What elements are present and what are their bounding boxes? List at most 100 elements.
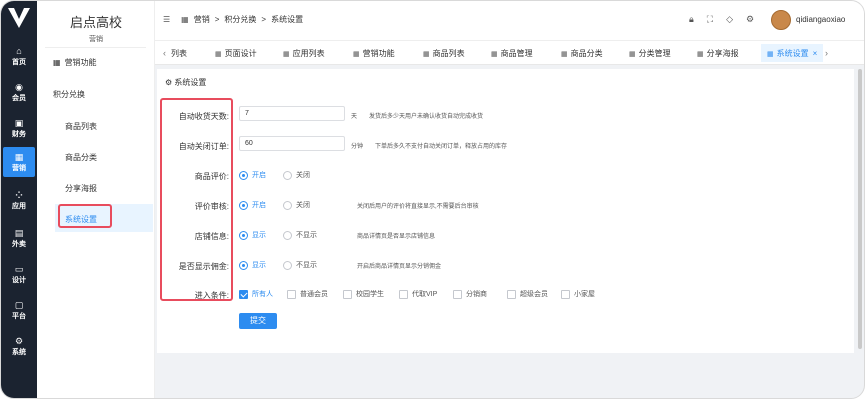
entry-option-checkbox[interactable]: 超级会员 xyxy=(507,289,548,299)
grid-icon: ▦ xyxy=(561,51,568,58)
commission-show-radio[interactable]: 显示 xyxy=(239,260,266,270)
primary-nav: ⌂ 首页 ◉ 会员 ▣ 财务 ▦ 营销 ⁘ 应用 ▤ 外卖 ▭ 设计 ▢ 平台 xyxy=(1,1,37,398)
entry-option-checkbox[interactable]: 分销商 xyxy=(453,289,487,299)
auto-receive-days-input[interactable]: 7 xyxy=(239,106,345,121)
menu-marketing-features[interactable]: ▦ 营销功能 xyxy=(53,57,97,68)
nav-apps[interactable]: ⁘ 应用 xyxy=(3,185,35,215)
tab-list[interactable]: 列表 xyxy=(171,48,187,59)
menu-label: 积分兑换 xyxy=(53,90,85,99)
nav-platform[interactable]: ▢ 平台 xyxy=(3,295,35,325)
nav-finance[interactable]: ▣ 财务 xyxy=(3,113,35,143)
submit-button[interactable]: 提交 xyxy=(239,313,277,329)
brand-title: 启点高校 xyxy=(69,16,122,31)
finance-icon: ▣ xyxy=(14,117,24,128)
member-icon: ◉ xyxy=(15,81,23,92)
auto-close-minutes-input[interactable]: 60 xyxy=(239,136,345,151)
nav-takeout[interactable]: ▤ 外卖 xyxy=(3,223,35,253)
tab-product-list[interactable]: ▦ 商品列表 xyxy=(423,48,465,59)
nav-label: 财务 xyxy=(12,130,26,138)
fullscreen-icon[interactable]: ⛶ xyxy=(707,14,713,25)
commission-hide-radio[interactable]: 不显示 xyxy=(283,260,317,270)
settings-icon[interactable]: ⚙ xyxy=(746,14,754,25)
settings-panel: ⚙ 系统设置 自动收货天数: 7 天 发货后多少天用户未确认收货自动完成收货 自… xyxy=(157,69,854,353)
tab-marketing-features[interactable]: ▦ 营销功能 xyxy=(353,48,395,59)
tab-system-settings[interactable]: ▦ 系统设置 × xyxy=(761,44,824,62)
grid-icon: ▦ xyxy=(629,51,636,58)
tab-bar: ‹ 列表 ▦ 页面设计 ▦ 应用列表 ▦ 营销功能 ▦ 商品列表 ▦ 商品管理 ▦ 商品分类… xyxy=(155,41,864,65)
entry-option-checkbox[interactable]: 普通会员 xyxy=(287,289,328,299)
nav-member[interactable]: ◉ 会员 xyxy=(3,77,35,107)
entry-option-checkbox[interactable]: 代取VIP xyxy=(399,289,437,299)
brand-subtitle: 营销 xyxy=(89,36,103,43)
tab-page-design[interactable]: ▦ 页面设计 xyxy=(215,48,257,59)
menu-item-share-poster[interactable]: 分享海报 xyxy=(65,183,97,194)
menu-item-product-list[interactable]: 商品列表 xyxy=(65,121,97,132)
tab-share-poster[interactable]: ▦ 分享海报 xyxy=(697,48,739,59)
secondary-sidebar: 启点高校 营销 ▦ 营销功能 积分兑换 ︿ 商品列表 商品分类 分享海报 系统设… xyxy=(37,1,173,398)
hint-text: 发货后多少天用户未确认收货自动完成收货 xyxy=(369,114,484,120)
breadcrumb-item: 系统设置 xyxy=(271,15,304,24)
review-off-radio[interactable]: 关闭 xyxy=(283,170,310,180)
menu-points-exchange[interactable]: 积分兑换 xyxy=(53,89,85,100)
divider xyxy=(45,47,146,48)
nav-label: 平台 xyxy=(12,312,26,320)
breadcrumb-item[interactable]: 营销 xyxy=(194,14,210,25)
review-audit-on-radio[interactable]: 开启 xyxy=(239,200,266,210)
lock-icon[interactable]: 🔒︎ xyxy=(689,14,694,25)
nav-system[interactable]: ⚙ 系统 xyxy=(3,331,35,361)
grid-icon: ▦ xyxy=(423,51,430,58)
collapse-menu-icon[interactable]: ☰ xyxy=(163,15,170,24)
app-logo xyxy=(8,8,30,28)
nav-label: 外卖 xyxy=(12,240,26,248)
review-audit-off-radio[interactable]: 关闭 xyxy=(283,200,310,210)
home-icon: ⌂ xyxy=(16,45,22,56)
entry-option-checkbox[interactable]: 所有人 xyxy=(239,289,273,299)
avatar[interactable] xyxy=(771,10,791,30)
gear-icon: ⚙ xyxy=(165,78,173,87)
menu-label: 营销功能 xyxy=(64,58,97,67)
grid-icon: ▦ xyxy=(767,51,774,58)
section-title: ⚙ 系统设置 xyxy=(165,78,207,87)
hint-text: 下单后多久不支付自动关闭订单，释放占用的库存 xyxy=(375,144,508,150)
nav-marketing[interactable]: ▦ 营销 xyxy=(3,147,35,177)
breadcrumb-item[interactable]: 积分兑换 xyxy=(224,14,256,25)
unit-label: 分钟 xyxy=(351,144,364,150)
unit-label: 天 xyxy=(351,114,358,120)
breadcrumb: ☰ ▦ 营销 > 积分兑换 > 系统设置 xyxy=(163,14,304,25)
tab-app-list[interactable]: ▦ 应用列表 xyxy=(283,48,325,59)
chevron-left-icon[interactable]: ‹ xyxy=(163,48,166,58)
grid-icon: ▦ xyxy=(491,51,498,58)
store-info-show-radio[interactable]: 显示 xyxy=(239,230,266,240)
menu-item-product-category[interactable]: 商品分类 xyxy=(65,152,97,163)
entry-option-checkbox[interactable]: 小家屋 xyxy=(561,289,595,299)
grid-icon: ▦ xyxy=(353,51,360,58)
username[interactable]: qidiangaoxiao xyxy=(796,15,845,24)
tab-category-manage[interactable]: ▦ 分类管理 xyxy=(629,48,671,59)
grid-icon: ▦ xyxy=(181,15,189,24)
nav-label: 设计 xyxy=(12,276,26,284)
review-on-radio[interactable]: 开启 xyxy=(239,170,266,180)
store-info-hide-radio[interactable]: 不显示 xyxy=(283,230,317,240)
hint-text: 商品详情页是否显示店铺信息 xyxy=(357,234,436,240)
hint-text: 关闭后用户的评价将直接显示,不需要后台审核 xyxy=(357,204,479,210)
nav-home[interactable]: ⌂ 首页 xyxy=(3,41,35,71)
scrollbar[interactable] xyxy=(858,69,862,349)
design-icon: ▭ xyxy=(14,263,24,274)
entry-option-checkbox[interactable]: 校园学生 xyxy=(343,289,384,299)
nav-label: 会员 xyxy=(12,94,26,102)
nav-label: 首页 xyxy=(12,58,26,66)
tag-icon[interactable]: ◇ xyxy=(726,14,733,25)
system-icon: ⚙ xyxy=(14,335,24,346)
highlight-box-menu xyxy=(58,204,112,228)
grid-icon: ▦ xyxy=(215,51,222,58)
platform-icon: ▢ xyxy=(14,299,24,310)
nav-design[interactable]: ▭ 设计 xyxy=(3,259,35,289)
tab-product-manage[interactable]: ▦ 商品管理 xyxy=(491,48,533,59)
close-icon[interactable]: × xyxy=(813,49,818,58)
tab-product-category[interactable]: ▦ 商品分类 xyxy=(561,48,603,59)
apps-icon: ⁘ xyxy=(15,189,23,200)
hint-text: 开启后商品详情页显示分销佣金 xyxy=(357,264,442,270)
top-header: ☰ ▦ 营销 > 积分兑换 > 系统设置 🔒︎ ⛶ ◇ ⚙ qidiangaox… xyxy=(155,1,864,41)
chevron-right-icon[interactable]: › xyxy=(825,48,828,58)
app-window: ⌂ 首页 ◉ 会员 ▣ 财务 ▦ 营销 ⁘ 应用 ▤ 外卖 ▭ 设计 ▢ 平台 xyxy=(0,0,865,399)
